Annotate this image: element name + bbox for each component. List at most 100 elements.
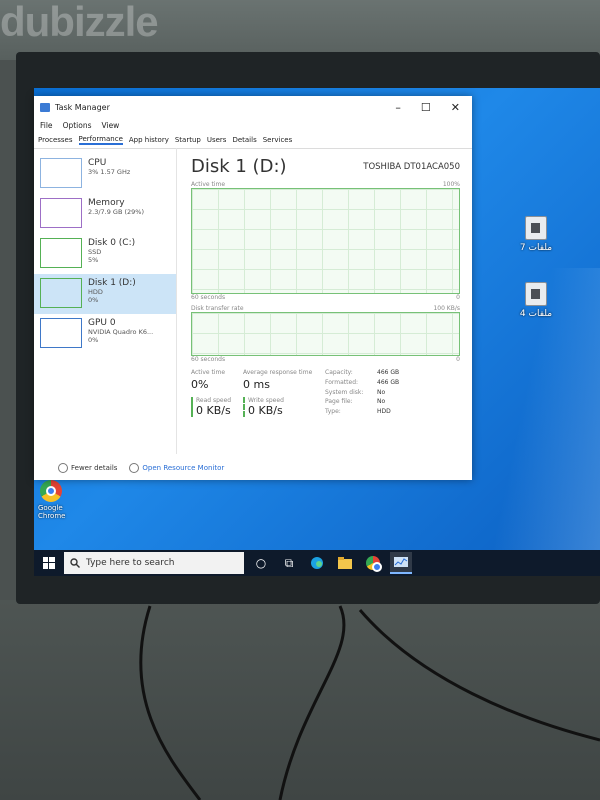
active-time-key: Active time bbox=[191, 369, 226, 376]
tab-processes[interactable]: Processes bbox=[38, 136, 73, 144]
resource-memory[interactable]: Memory 2.3/7.9 GB (29%) bbox=[34, 194, 176, 234]
prop-key: Page file: bbox=[325, 398, 353, 406]
response-time-value: 0 ms bbox=[243, 378, 270, 391]
transfer-rate-graph bbox=[191, 312, 460, 356]
prop-value: 466 GB bbox=[377, 369, 400, 376]
prop-value: 466 GB bbox=[377, 378, 400, 386]
resource-usage: 5% bbox=[88, 256, 99, 264]
active-time-max: 100% bbox=[442, 181, 460, 188]
chrome-taskbar-icon[interactable] bbox=[362, 552, 384, 574]
resource-name: Disk 0 (C:) bbox=[88, 238, 136, 248]
prop-key: Type: bbox=[325, 408, 341, 416]
tab-app-history[interactable]: App history bbox=[129, 136, 169, 144]
resource-name: Memory bbox=[88, 198, 125, 208]
disk-model: TOSHIBA DT01ACA050 bbox=[363, 162, 460, 172]
transfer-rate-max: 100 KB/s bbox=[433, 305, 460, 312]
task-manager-window: Task Manager – ☐ ✕ File Options View Pro… bbox=[34, 96, 472, 480]
file-explorer-icon[interactable] bbox=[334, 552, 356, 574]
resource-disk-1[interactable]: Disk 1 (D:) HDD 0% bbox=[34, 274, 176, 314]
resource-usage: 0% bbox=[88, 336, 99, 344]
write-speed-value: 0 KB/s bbox=[248, 404, 283, 417]
transfer-rate-label: Disk transfer rate bbox=[191, 305, 244, 312]
search-placeholder: Type here to search bbox=[86, 558, 175, 568]
window-title: Task Manager bbox=[55, 102, 110, 112]
disk-detail: Disk 1 (D:) TOSHIBA DT01ACA050 Active ti… bbox=[177, 148, 472, 454]
menu-bar: File Options View bbox=[34, 118, 472, 132]
task-view-icon[interactable]: ⧉ bbox=[278, 552, 300, 574]
taskbar: Type here to search ○ ⧉ bbox=[34, 550, 600, 576]
desktop-folder-label: ملفات 4 bbox=[519, 309, 553, 319]
tab-services[interactable]: Services bbox=[263, 136, 293, 144]
menu-view[interactable]: View bbox=[102, 121, 120, 130]
response-time-key: Average response time bbox=[243, 369, 313, 376]
read-speed-value: 0 KB/s bbox=[196, 404, 231, 417]
menu-options[interactable]: Options bbox=[63, 121, 92, 130]
chrome-icon bbox=[40, 480, 62, 502]
read-speed-key: Read speed bbox=[196, 397, 232, 404]
search-icon bbox=[70, 558, 80, 568]
active-time-label: Active time bbox=[191, 181, 226, 188]
file-icon bbox=[525, 216, 547, 240]
resource-gpu[interactable]: GPU 0 NVIDIA Quadro K6... 0% bbox=[34, 314, 176, 354]
cortana-icon[interactable]: ○ bbox=[250, 552, 272, 574]
cpu-mini-graph bbox=[40, 158, 82, 188]
desktop-folder-label: ملفات 7 bbox=[519, 243, 553, 253]
resource-disk-0[interactable]: Disk 0 (C:) SSD 5% bbox=[34, 234, 176, 274]
gpu-mini-graph bbox=[40, 318, 82, 348]
file-icon bbox=[525, 282, 547, 306]
desktop-folder-1[interactable]: ملفات 7 bbox=[506, 216, 566, 253]
menu-file[interactable]: File bbox=[40, 121, 53, 130]
prop-value: No bbox=[377, 388, 386, 396]
chrome-shortcut[interactable]: Google Chrome bbox=[38, 480, 65, 520]
minimize-button[interactable]: – bbox=[395, 101, 401, 114]
open-resource-monitor-link[interactable]: Open Resource Monitor bbox=[129, 463, 224, 473]
write-speed-key: Write speed bbox=[248, 397, 284, 404]
active-time-graph bbox=[191, 188, 460, 294]
resource-name: CPU bbox=[88, 158, 107, 168]
window-footer: Fewer details Open Resource Monitor bbox=[34, 456, 472, 480]
prop-value: No bbox=[377, 398, 386, 406]
edge-icon[interactable] bbox=[306, 552, 328, 574]
memory-mini-graph bbox=[40, 198, 82, 228]
prop-value: HDD bbox=[377, 408, 391, 416]
fewer-details-link[interactable]: Fewer details bbox=[58, 463, 117, 473]
graph-zero: 0 bbox=[456, 356, 460, 363]
resource-detail: 3% 1.57 GHz bbox=[88, 168, 131, 176]
maximize-button[interactable]: ☐ bbox=[421, 101, 431, 114]
resource-name: GPU 0 bbox=[88, 318, 116, 328]
performance-panel: CPU 3% 1.57 GHz Memory 2.3/7.9 GB (29%) … bbox=[34, 148, 472, 454]
graph-time-span: 60 seconds bbox=[191, 294, 226, 301]
resource-usage: 0% bbox=[88, 296, 99, 304]
disk-stats: Active time 0% Read speed 0 KB/s Average… bbox=[191, 369, 460, 417]
prop-key: System disk: bbox=[325, 388, 364, 396]
disk0-mini-graph bbox=[40, 238, 82, 268]
task-manager-icon bbox=[40, 102, 50, 112]
close-button[interactable]: ✕ bbox=[451, 101, 460, 114]
windows-logo-icon bbox=[43, 557, 55, 569]
tab-details[interactable]: Details bbox=[232, 136, 256, 144]
start-button[interactable] bbox=[34, 550, 64, 576]
graph-time-span: 60 seconds bbox=[191, 356, 226, 363]
title-bar[interactable]: Task Manager – ☐ ✕ bbox=[34, 96, 472, 118]
taskbar-search[interactable]: Type here to search bbox=[64, 552, 244, 574]
tab-startup[interactable]: Startup bbox=[175, 136, 201, 144]
tab-bar: Processes Performance App history Startu… bbox=[34, 132, 472, 149]
resource-cpu[interactable]: CPU 3% 1.57 GHz bbox=[34, 154, 176, 194]
resource-detail: HDD bbox=[88, 288, 103, 296]
active-time-value: 0% bbox=[191, 378, 209, 391]
resource-detail: SSD bbox=[88, 248, 102, 256]
task-manager-taskbar-icon[interactable] bbox=[390, 552, 412, 574]
chevron-up-icon bbox=[58, 463, 68, 473]
prop-key: Formatted: bbox=[325, 378, 359, 386]
graph-zero: 0 bbox=[456, 294, 460, 301]
resource-name: Disk 1 (D:) bbox=[88, 278, 136, 288]
resource-list: CPU 3% 1.57 GHz Memory 2.3/7.9 GB (29%) … bbox=[34, 148, 177, 454]
prop-key: Capacity: bbox=[325, 369, 353, 376]
tab-users[interactable]: Users bbox=[207, 136, 227, 144]
disk-properties: Capacity: 466 GB Formatted: 466 GB System … bbox=[325, 369, 407, 417]
disk1-mini-graph bbox=[40, 278, 82, 308]
desktop-folder-2[interactable]: ملفات 4 bbox=[506, 282, 566, 319]
tab-performance[interactable]: Performance bbox=[78, 135, 123, 145]
resource-monitor-icon bbox=[129, 463, 140, 473]
resource-detail: 2.3/7.9 GB (29%) bbox=[88, 208, 145, 216]
